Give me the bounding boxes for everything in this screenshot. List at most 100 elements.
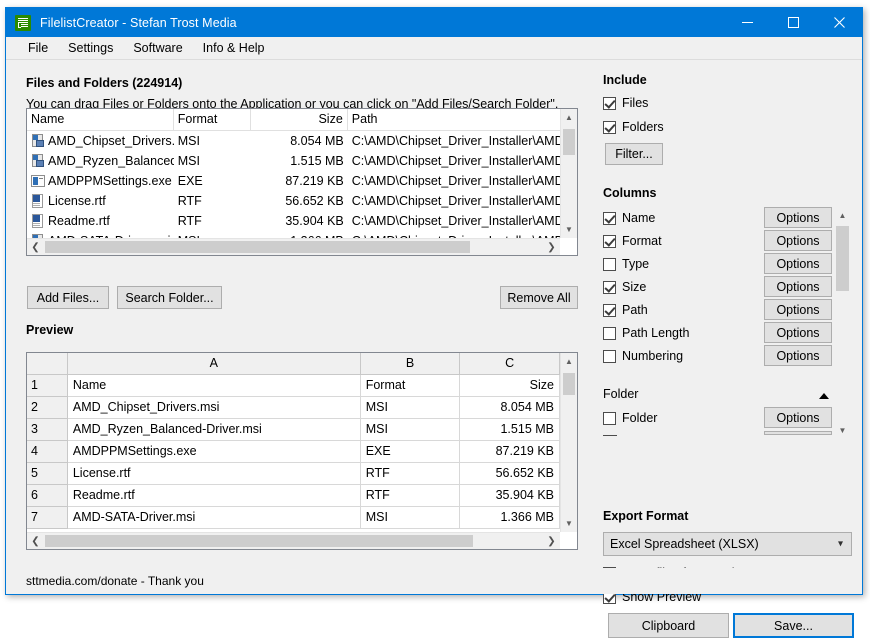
scroll-right-icon[interactable]: ❯ <box>543 239 560 255</box>
scroll-thumb[interactable] <box>45 241 470 253</box>
menu-item-settings[interactable]: Settings <box>58 39 123 57</box>
file-list-view[interactable]: Name Format Size Path AMD_Chipset_Driver… <box>26 108 578 256</box>
checkbox-box[interactable] <box>603 257 616 271</box>
grid-corner-cell[interactable] <box>27 353 68 375</box>
grid-cell-b[interactable]: EXE <box>360 441 461 463</box>
grid-cell-c[interactable]: 1.515 MB <box>460 419 560 441</box>
row-number[interactable]: 3 <box>27 419 68 441</box>
checkbox-column-path[interactable]: Path <box>603 303 648 317</box>
options-button-path[interactable]: Options <box>764 299 832 320</box>
row-number[interactable]: 7 <box>27 507 68 529</box>
grid-cell-a[interactable]: AMD_Chipset_Drivers.msi <box>67 397 361 419</box>
checkbox-box[interactable] <box>603 326 616 340</box>
file-list-horizontal-scrollbar[interactable]: ❮ ❯ <box>27 238 560 255</box>
file-col-header-size[interactable]: Size <box>251 109 348 130</box>
filter-button[interactable]: Filter... <box>605 143 663 165</box>
checkbox-box[interactable] <box>603 96 616 110</box>
file-col-header-path[interactable]: Path <box>348 109 560 130</box>
scroll-down-icon[interactable]: ▼ <box>561 221 577 238</box>
search-folder-button[interactable]: Search Folder... <box>117 286 222 309</box>
grid-cell-b[interactable]: MSI <box>360 397 461 419</box>
options-button-name[interactable]: Options <box>764 207 832 228</box>
table-row[interactable]: 4 AMDPPMSettings.exe EXE 87.219 KB <box>27 441 560 463</box>
grid-cell-b[interactable]: RTF <box>360 485 461 507</box>
grid-cell-a[interactable]: AMDPPMSettings.exe <box>67 441 361 463</box>
options-button-size[interactable]: Options <box>764 276 832 297</box>
options-button-numbering[interactable]: Options <box>764 345 832 366</box>
grid-cell-a[interactable]: AMD_Ryzen_Balanced-Driver.msi <box>67 419 361 441</box>
chevron-down-icon[interactable]: ▾ <box>838 539 843 550</box>
table-row[interactable]: AMD_Chipset_Drivers.... MSI 8.054 MB C:\… <box>27 131 560 151</box>
scroll-thumb[interactable] <box>836 226 849 291</box>
checkbox-column-name[interactable]: Name <box>603 211 655 225</box>
table-row[interactable]: 7 AMD-SATA-Driver.msi MSI 1.366 MB <box>27 507 560 529</box>
scroll-up-icon[interactable]: ▲ <box>561 353 577 370</box>
grid-cell-c[interactable]: 56.652 KB <box>460 463 560 485</box>
file-list-vertical-scrollbar[interactable]: ▲ ▼ <box>560 109 577 238</box>
triangle-up-icon[interactable] <box>819 393 829 399</box>
checkbox-box[interactable] <box>603 303 616 317</box>
grid-col-header-b[interactable]: B <box>360 353 461 375</box>
grid-cell-b[interactable]: Format <box>360 375 461 397</box>
row-number[interactable]: 1 <box>27 375 68 397</box>
row-number[interactable]: 6 <box>27 485 68 507</box>
maximize-icon[interactable] <box>770 8 816 37</box>
options-button-path-length[interactable]: Options <box>764 322 832 343</box>
preview-grid[interactable]: A B C 1 Name Format Size 2 AMD_Chipset_D… <box>26 352 578 550</box>
menu-item-info-help[interactable]: Info & Help <box>193 39 275 57</box>
scroll-up-icon[interactable]: ▲ <box>834 207 851 224</box>
table-row[interactable]: AMDPPMSettings.exe EXE 87.219 KB C:\AMD\… <box>27 171 560 191</box>
checkbox-box[interactable] <box>603 280 616 294</box>
table-row[interactable]: Readme.rtf RTF 35.904 KB C:\AMD\Chipset_… <box>27 211 560 231</box>
preview-horizontal-scrollbar[interactable]: ❮ ❯ <box>27 532 560 549</box>
checkbox-box[interactable] <box>603 120 616 134</box>
checkbox-box[interactable] <box>603 349 616 363</box>
row-number[interactable]: 2 <box>27 397 68 419</box>
grid-col-header-a[interactable]: A <box>67 353 361 375</box>
grid-cell-b[interactable]: MSI <box>360 419 461 441</box>
table-row[interactable]: 1 Name Format Size <box>27 375 560 397</box>
remove-all-button[interactable]: Remove All <box>500 286 578 309</box>
minimize-icon[interactable] <box>724 8 770 37</box>
save-button[interactable]: Save... <box>733 613 854 638</box>
checkbox-column-size[interactable]: Size <box>603 280 646 294</box>
options-button-type[interactable]: Options <box>764 253 832 274</box>
menu-item-file[interactable]: File <box>18 39 58 57</box>
table-row[interactable]: 5 License.rtf RTF 56.652 KB <box>27 463 560 485</box>
table-row[interactable]: 2 AMD_Chipset_Drivers.msi MSI 8.054 MB <box>27 397 560 419</box>
grid-col-header-c[interactable]: C <box>460 353 560 375</box>
file-col-header-name[interactable]: Name <box>27 109 174 130</box>
scroll-left-icon[interactable]: ❮ <box>27 239 44 255</box>
checkbox-column-type[interactable]: Type <box>603 257 649 271</box>
checkbox-column-path-length[interactable]: Path Length <box>603 326 689 340</box>
grid-cell-a[interactable]: License.rtf <box>67 463 361 485</box>
scroll-thumb[interactable] <box>563 373 575 395</box>
checkbox-column-format[interactable]: Format <box>603 234 662 248</box>
options-button-format[interactable]: Options <box>764 230 832 251</box>
grid-cell-b[interactable]: RTF <box>360 463 461 485</box>
menu-item-software[interactable]: Software <box>123 39 192 57</box>
checkbox-files[interactable]: Files <box>603 96 648 110</box>
close-icon[interactable] <box>816 8 862 37</box>
clipboard-button[interactable]: Clipboard <box>608 613 729 638</box>
table-row[interactable]: License.rtf RTF 56.652 KB C:\AMD\Chipset… <box>27 191 560 211</box>
scroll-down-icon[interactable]: ▼ <box>834 422 851 439</box>
grid-cell-a[interactable]: Readme.rtf <box>67 485 361 507</box>
columns-vertical-scrollbar[interactable]: ▲ ▼ <box>834 207 851 439</box>
scroll-down-icon[interactable]: ▼ <box>561 515 577 532</box>
grid-cell-c[interactable]: Size <box>460 375 560 397</box>
table-row[interactable]: AMD-SATA-Driver.msi MSI 1.366 MB C:\AMD\… <box>27 231 560 238</box>
checkbox-folder[interactable]: Folder <box>603 411 657 425</box>
export-format-dropdown[interactable]: Excel Spreadsheet (XLSX) ▾ <box>603 532 852 556</box>
row-number[interactable]: 5 <box>27 463 68 485</box>
grid-cell-b[interactable]: MSI <box>360 507 461 529</box>
file-col-header-format[interactable]: Format <box>174 109 252 130</box>
row-number[interactable]: 4 <box>27 441 68 463</box>
scroll-thumb[interactable] <box>45 535 473 547</box>
scroll-thumb[interactable] <box>563 129 575 155</box>
table-row[interactable]: 6 Readme.rtf RTF 35.904 KB <box>27 485 560 507</box>
grid-cell-c[interactable]: 87.219 KB <box>460 441 560 463</box>
grid-cell-a[interactable]: Name <box>67 375 361 397</box>
preview-vertical-scrollbar[interactable]: ▲ ▼ <box>560 353 577 532</box>
grid-cell-a[interactable]: AMD-SATA-Driver.msi <box>67 507 361 529</box>
